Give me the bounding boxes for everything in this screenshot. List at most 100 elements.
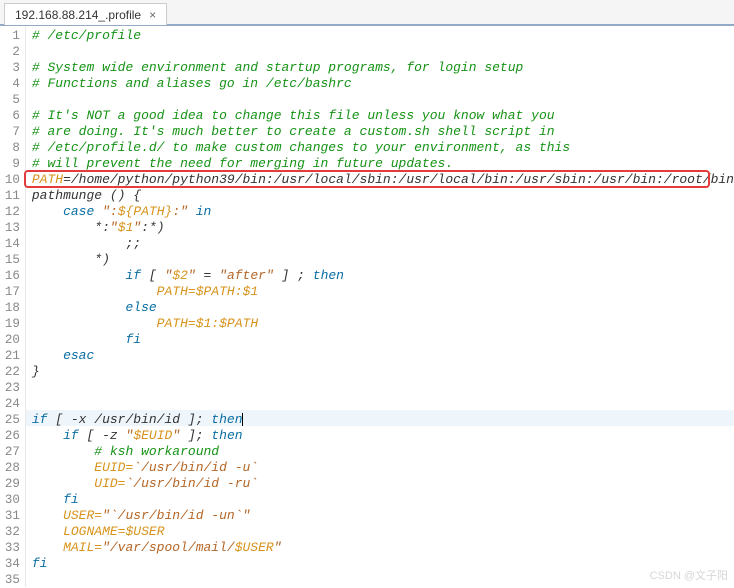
code-text: ;;: [32, 236, 141, 251]
line-number: 11: [0, 188, 20, 204]
code-text: if: [125, 268, 141, 283]
code-text: else: [125, 300, 156, 315]
code-text: $PATH: [196, 284, 235, 299]
line-number: 20: [0, 332, 20, 348]
line-number: 24: [0, 396, 20, 412]
code-text: # will prevent the need for merging in f…: [32, 156, 453, 171]
code-text: in: [196, 204, 212, 219]
code-text: # ksh workaround: [94, 444, 219, 459]
line-number: 27: [0, 444, 20, 460]
code-text: =/home/python/python39/bin:/usr/local/sb…: [63, 172, 734, 187]
line-number: 32: [0, 524, 20, 540]
code-text: then: [211, 412, 242, 427]
code-text: }: [32, 364, 40, 379]
code-text: esac: [63, 348, 94, 363]
file-tab[interactable]: 192.168.88.214_.profile ×: [4, 3, 167, 25]
code-text: [32, 268, 126, 283]
code-text: LOGNAME=: [32, 524, 126, 539]
code-text: `/usr/bin/id -ru`: [125, 476, 258, 491]
editor[interactable]: 1 2 3 4 5 6 7 8 9 10 11 12 13 14 15 16 1…: [0, 26, 734, 587]
code-text: :: [235, 284, 243, 299]
line-number: 28: [0, 460, 20, 476]
code-text: =: [196, 268, 219, 283]
code-text: *:: [32, 220, 110, 235]
line-number: 16: [0, 268, 20, 284]
code-text: fi: [32, 556, 48, 571]
code-text: "`/usr/bin/id -un`": [102, 508, 250, 523]
line-number: 7: [0, 124, 20, 140]
code-text: [188, 204, 196, 219]
line-number: 8: [0, 140, 20, 156]
code-text: $USER: [125, 524, 164, 539]
code-text: PATH: [32, 172, 63, 187]
code-text: "/var/spool/mail/: [102, 540, 235, 555]
code-text: $1: [243, 284, 259, 299]
line-number: 3: [0, 60, 20, 76]
code-text: "after": [219, 268, 274, 283]
line-number: 21: [0, 348, 20, 364]
code-text: then: [211, 428, 242, 443]
code-text: if: [63, 428, 79, 443]
code-text: `/usr/bin/id -u`: [133, 460, 258, 475]
line-number: 13: [0, 220, 20, 236]
line-number: 4: [0, 76, 20, 92]
line-number: 35: [0, 572, 20, 588]
code-text: $1: [196, 316, 212, 331]
code-text: [32, 332, 126, 347]
code-text: # System wide environment and startup pr…: [32, 60, 523, 75]
code-text: [94, 204, 102, 219]
code-text: [32, 444, 94, 459]
line-number: 26: [0, 428, 20, 444]
code-text: UID=: [32, 476, 126, 491]
line-number: 5: [0, 92, 20, 108]
code-text: [32, 348, 63, 363]
line-number: 12: [0, 204, 20, 220]
code-text: $USER: [235, 540, 274, 555]
code-text: pathmunge () {: [32, 188, 141, 203]
code-text: ": [188, 268, 196, 283]
line-number: 25: [0, 412, 20, 428]
code-text: if: [32, 412, 48, 427]
line-number: 22: [0, 364, 20, 380]
close-icon[interactable]: ×: [149, 9, 156, 21]
code-text: ];: [180, 428, 211, 443]
code-area[interactable]: # /etc/profile # System wide environment…: [26, 26, 734, 587]
code-text: [: [141, 268, 164, 283]
line-number: 23: [0, 380, 20, 396]
code-text: case: [63, 204, 94, 219]
tab-title: 192.168.88.214_.profile: [15, 8, 141, 22]
code-text: # /etc/profile: [32, 28, 141, 43]
line-number: 2: [0, 44, 20, 60]
line-number: 34: [0, 556, 20, 572]
code-text: *): [32, 252, 110, 267]
code-text: PATH=: [32, 284, 196, 299]
code-text: ": [274, 540, 282, 555]
text-cursor: [242, 413, 243, 426]
code-text: ": [110, 220, 118, 235]
code-text: ":: [102, 204, 118, 219]
code-text: [32, 492, 63, 507]
code-text: # It's NOT a good idea to change this fi…: [32, 108, 555, 123]
code-text: $PATH: [219, 316, 258, 331]
code-text: # Functions and aliases go in /etc/bashr…: [32, 76, 352, 91]
line-number: 17: [0, 284, 20, 300]
line-number: 1: [0, 28, 20, 44]
line-number: 14: [0, 236, 20, 252]
line-number: 6: [0, 108, 20, 124]
code-text: $EUID: [133, 428, 172, 443]
code-text: :": [172, 204, 188, 219]
code-text: # are doing. It's much better to create …: [32, 124, 555, 139]
line-number: 15: [0, 252, 20, 268]
line-number-gutter: 1 2 3 4 5 6 7 8 9 10 11 12 13 14 15 16 1…: [0, 26, 26, 587]
code-text: # /etc/profile.d/ to make custom changes…: [32, 140, 570, 155]
code-text: [32, 204, 63, 219]
code-text: $2: [172, 268, 188, 283]
code-text: PATH=: [32, 316, 196, 331]
code-text: ${PATH}: [118, 204, 173, 219]
code-text: EUID=: [32, 460, 133, 475]
line-number: 18: [0, 300, 20, 316]
line-number: 9: [0, 156, 20, 172]
code-text: fi: [63, 492, 79, 507]
code-text: fi: [125, 332, 141, 347]
code-text: $1: [118, 220, 134, 235]
